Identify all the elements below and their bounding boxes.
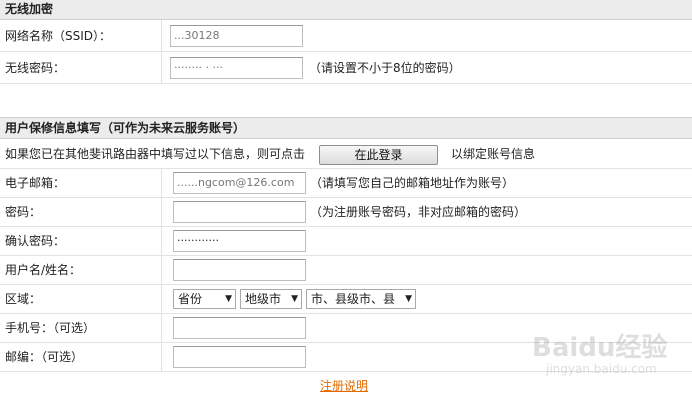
account-password-row: 密码： （为注册账号密码，非对应邮箱的密码） xyxy=(0,198,692,227)
username-label: 用户名/姓名： xyxy=(5,263,82,277)
wireless-password-hint: （请设置不小于8位的密码） xyxy=(309,61,461,75)
wireless-password-row: 无线密码： ········ · ··· （请设置不小于8位的密码） xyxy=(0,52,692,84)
username-row: 用户名/姓名： xyxy=(0,256,692,285)
login-notice-row: 如果您已在其他斐讯路由器中填写过以下信息，则可点击 在此登录 以绑定账号信息 xyxy=(0,139,692,169)
column-divider xyxy=(161,20,162,51)
wireless-password-label: 无线密码： xyxy=(5,61,66,75)
email-row: 电子邮箱： ......ngcom@126.com （请填写您自己的邮箱地址作为… xyxy=(0,169,692,198)
province-select[interactable]: 省份 ▼ xyxy=(173,289,236,309)
column-divider xyxy=(161,285,162,313)
register-instructions-link[interactable]: 注册说明 xyxy=(320,377,368,394)
username-input[interactable] xyxy=(173,259,306,281)
city-select[interactable]: 地级市 ▼ xyxy=(240,289,302,309)
account-password-input[interactable] xyxy=(173,201,306,223)
zip-label: 邮编：（可选） xyxy=(5,350,84,364)
city-select-value: 地级市 xyxy=(245,292,282,306)
region-row: 区域： 省份 ▼ 地级市 ▼ 市、县级市、县 ▼ xyxy=(0,285,692,314)
account-password-hint: （为注册账号密码，非对应邮箱的密码） xyxy=(310,205,527,219)
column-divider xyxy=(161,52,162,83)
phone-input[interactable] xyxy=(173,317,306,339)
chevron-down-icon: ▼ xyxy=(225,294,232,304)
column-divider xyxy=(161,227,162,255)
ssid-input[interactable]: ...30128 xyxy=(170,25,303,47)
province-select-value: 省份 xyxy=(178,292,203,306)
ssid-label: 网络名称（SSID）： xyxy=(5,29,112,43)
confirm-password-label: 确认密码： xyxy=(5,234,66,248)
login-notice-text: 如果您已在其他斐讯路由器中填写过以下信息，则可点击 xyxy=(5,147,306,161)
wireless-password-input[interactable]: ········ · ··· xyxy=(170,57,303,79)
email-hint: （请填写您自己的邮箱地址作为账号） xyxy=(310,176,515,190)
phone-label: 手机号：（可选） xyxy=(5,321,96,335)
chevron-down-icon: ▼ xyxy=(291,294,298,304)
confirm-password-input[interactable]: ············ xyxy=(173,230,306,252)
account-title: 用户保修信息填写（可作为未来云服务账号） xyxy=(5,121,246,135)
login-here-button[interactable]: 在此登录 xyxy=(319,145,438,165)
email-label: 电子邮箱： xyxy=(5,176,66,190)
chevron-down-icon: ▼ xyxy=(405,294,412,304)
column-divider xyxy=(161,198,162,226)
county-select[interactable]: 市、县级市、县 ▼ xyxy=(306,289,416,309)
confirm-password-row: 确认密码： ············ xyxy=(0,227,692,256)
baidu-watermark-url: jingyan.baidu.com xyxy=(546,362,657,376)
wireless-section-title: 无线加密 xyxy=(0,0,692,20)
ssid-row: 网络名称（SSID）： ...30128 xyxy=(0,20,692,52)
wireless-title: 无线加密 xyxy=(5,2,54,16)
baidu-watermark: Baidu经验 xyxy=(532,333,668,363)
column-divider xyxy=(161,343,162,371)
column-divider xyxy=(161,256,162,284)
region-label: 区域： xyxy=(5,292,42,306)
column-divider xyxy=(161,169,162,197)
email-input[interactable]: ......ngcom@126.com xyxy=(173,172,306,194)
county-select-value: 市、县级市、县 xyxy=(311,292,396,306)
zip-input[interactable] xyxy=(173,346,306,368)
login-notice-suffix: 以绑定账号信息 xyxy=(451,147,536,161)
account-password-label: 密码： xyxy=(5,205,42,219)
account-section-title: 用户保修信息填写（可作为未来云服务账号） xyxy=(0,117,692,139)
column-divider xyxy=(161,314,162,342)
